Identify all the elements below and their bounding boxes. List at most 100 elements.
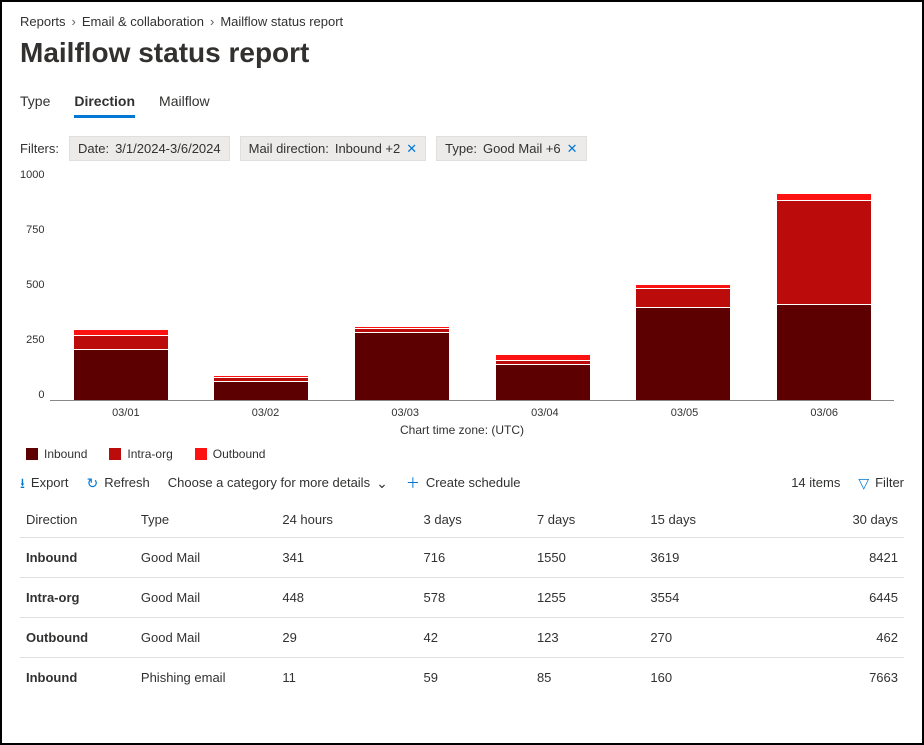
filter-button[interactable]: ▽ Filter — [858, 475, 904, 490]
toolbar: ⭳ Export ↻ Refresh Choose a category for… — [20, 475, 904, 490]
plot-area — [50, 169, 894, 401]
close-icon[interactable]: ✕ — [406, 142, 417, 155]
table-row[interactable]: OutboundGood Mail2942123270462 — [20, 618, 904, 658]
legend-label: Outbound — [213, 447, 266, 461]
refresh-label: Refresh — [104, 475, 150, 490]
cell-24h: 29 — [276, 618, 417, 658]
cell-24h: 341 — [276, 538, 417, 578]
cell-15d: 3619 — [644, 538, 774, 578]
bar-slot — [50, 169, 191, 400]
bar-slot — [613, 169, 754, 400]
table-row[interactable]: InboundGood Mail341716155036198421 — [20, 538, 904, 578]
x-tick: 03/06 — [754, 401, 894, 419]
cell-30d: 6445 — [774, 578, 904, 618]
y-tick: 500 — [26, 279, 44, 291]
cell-direction: Intra-org — [20, 578, 135, 618]
cell-3d: 59 — [418, 658, 531, 698]
tab-direction[interactable]: Direction — [74, 87, 135, 118]
chart-xlabel: Chart time zone: (UTC) — [20, 423, 904, 437]
bar-segment-intra — [777, 201, 871, 304]
bar[interactable] — [355, 327, 449, 400]
legend-inbound[interactable]: Inbound — [26, 447, 87, 461]
filter-pill-date[interactable]: Date: 3/1/2024-3/6/2024 — [69, 136, 230, 161]
bar[interactable] — [496, 355, 590, 400]
bar[interactable] — [74, 330, 168, 400]
bar-segment-intra — [636, 289, 730, 308]
download-icon: ⭳ — [20, 476, 25, 490]
summary-table: Direction Type 24 hours 3 days 7 days 15… — [20, 502, 904, 697]
bar[interactable] — [636, 285, 730, 400]
bar-segment-inbound — [636, 308, 730, 400]
cell-30d: 462 — [774, 618, 904, 658]
create-label: Create schedule — [426, 475, 521, 490]
legend-outbound[interactable]: Outbound — [195, 447, 266, 461]
cell-type: Good Mail — [135, 618, 276, 658]
y-axis: 10007505002500 — [20, 169, 50, 401]
y-tick: 0 — [38, 389, 44, 401]
bar-slot — [472, 169, 613, 400]
filter-pill-type[interactable]: Type: Good Mail +6 ✕ — [436, 136, 586, 161]
chevron-right-icon: › — [210, 14, 214, 29]
refresh-icon: ↻ — [86, 476, 98, 490]
table-row[interactable]: InboundPhishing email1159851607663 — [20, 658, 904, 698]
filter-key: Mail direction: — [249, 141, 329, 156]
legend: Inbound Intra-org Outbound — [26, 447, 904, 461]
filter-value: Good Mail +6 — [483, 141, 561, 156]
filters-label: Filters: — [20, 141, 59, 156]
refresh-button[interactable]: ↻ Refresh — [86, 475, 149, 490]
category-dropdown[interactable]: Choose a category for more details ⌄ — [168, 475, 388, 490]
cell-3d: 42 — [418, 618, 531, 658]
legend-intraorg[interactable]: Intra-org — [109, 447, 172, 461]
bar-slot — [753, 169, 894, 400]
legend-label: Inbound — [44, 447, 87, 461]
breadcrumb-reports[interactable]: Reports — [20, 14, 66, 29]
breadcrumb: Reports › Email & collaboration › Mailfl… — [20, 14, 904, 29]
tab-type[interactable]: Type — [20, 87, 50, 118]
y-tick: 750 — [26, 224, 44, 236]
bar[interactable] — [777, 194, 871, 400]
close-icon[interactable]: ✕ — [567, 142, 578, 155]
page-title: Mailflow status report — [20, 37, 904, 69]
th-15d[interactable]: 15 days — [644, 502, 774, 538]
x-tick: 03/01 — [56, 401, 196, 419]
plus-icon: ＋ — [406, 476, 420, 490]
cell-15d: 270 — [644, 618, 774, 658]
x-tick: 03/03 — [335, 401, 475, 419]
th-3d[interactable]: 3 days — [418, 502, 531, 538]
th-24h[interactable]: 24 hours — [276, 502, 417, 538]
th-direction[interactable]: Direction — [20, 502, 135, 538]
breadcrumb-email-collab[interactable]: Email & collaboration — [82, 14, 204, 29]
cell-7d: 1550 — [531, 538, 644, 578]
breadcrumb-current: Mailflow status report — [220, 14, 343, 29]
bar-slot — [332, 169, 473, 400]
export-button[interactable]: ⭳ Export — [20, 475, 68, 490]
y-tick: 250 — [26, 334, 44, 346]
filter-label: Filter — [875, 475, 904, 490]
category-label: Choose a category for more details — [168, 475, 370, 490]
cell-24h: 11 — [276, 658, 417, 698]
filter-pill-maildirection[interactable]: Mail direction: Inbound +2 ✕ — [240, 136, 427, 161]
bar[interactable] — [214, 376, 308, 400]
filter-key: Date: — [78, 141, 109, 156]
x-axis: 03/0103/0203/0303/0403/0503/06 — [56, 401, 894, 419]
chevron-right-icon: › — [72, 14, 76, 29]
th-type[interactable]: Type — [135, 502, 276, 538]
create-schedule-button[interactable]: ＋ Create schedule — [406, 475, 521, 490]
bars-container — [50, 169, 894, 400]
bar-segment-intra — [74, 336, 168, 349]
cell-type: Good Mail — [135, 578, 276, 618]
tab-bar: Type Direction Mailflow — [20, 87, 904, 118]
legend-label: Intra-org — [127, 447, 172, 461]
bar-segment-inbound — [496, 365, 590, 400]
th-30d[interactable]: 30 days — [774, 502, 904, 538]
cell-direction: Outbound — [20, 618, 135, 658]
tab-mailflow[interactable]: Mailflow — [159, 87, 210, 118]
cell-direction: Inbound — [20, 538, 135, 578]
table-row[interactable]: Intra-orgGood Mail448578125535546445 — [20, 578, 904, 618]
swatch-icon — [195, 448, 207, 460]
cell-15d: 3554 — [644, 578, 774, 618]
cell-3d: 578 — [418, 578, 531, 618]
cell-3d: 716 — [418, 538, 531, 578]
bar-segment-inbound — [355, 333, 449, 400]
th-7d[interactable]: 7 days — [531, 502, 644, 538]
